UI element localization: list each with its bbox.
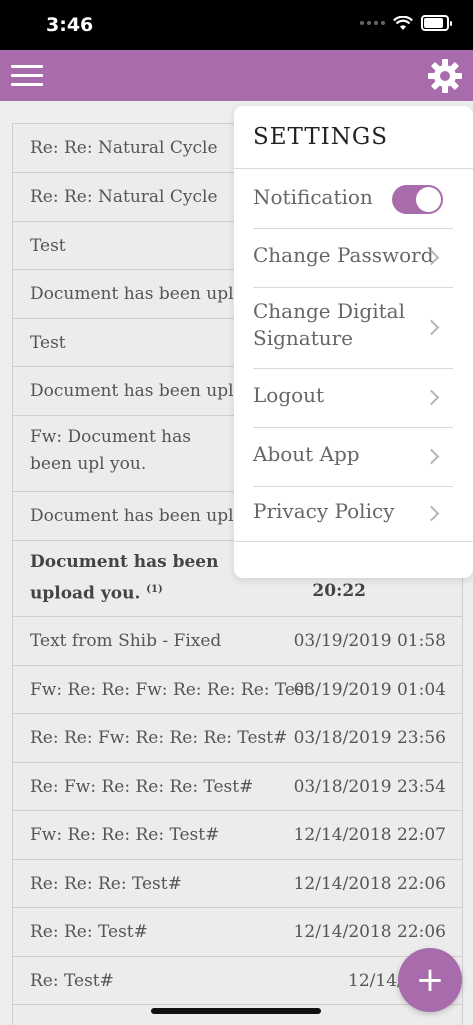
message-date: 03/18/2019 23:54	[293, 777, 446, 797]
message-date: 12/14/2018 22:06	[293, 922, 446, 942]
hamburger-icon[interactable]	[11, 65, 43, 87]
app-bar	[0, 50, 473, 101]
message-subject: Document has been upload you.	[30, 552, 219, 604]
list-item[interactable]: Re: Re: Test# 12/14/2018 22:06	[13, 908, 462, 957]
status-bar: 3:46	[0, 0, 473, 50]
settings-item-label: Logout	[253, 383, 325, 407]
settings-item-change-signature[interactable]: Change Digital Signature	[253, 288, 453, 369]
message-subject: Re: Fw: Re: Re: Re: Test#	[30, 777, 254, 797]
settings-item-label: About App	[253, 442, 360, 466]
list-item[interactable]: Fw: Re: Re: Fw: Re: Re: Re: Test# 03/19/…	[13, 666, 462, 714]
message-subject: Re: Re: Re: Test#	[30, 874, 182, 894]
list-item[interactable]: Re: Fw: Re: Re: Re: Test# 03/18/2019 23:…	[13, 763, 462, 811]
settings-item-logout[interactable]: Logout	[253, 369, 453, 428]
settings-item-privacy[interactable]: Privacy Policy	[253, 487, 453, 541]
chevron-right-icon	[423, 389, 440, 406]
chevron-right-icon	[423, 319, 440, 336]
message-subject: Fw: Re: Re: Fw: Re: Re: Re: Test#	[30, 680, 312, 700]
unread-count-badge: (1)	[146, 584, 163, 595]
message-subject: Fw: Re: Re: Re: Test#	[30, 825, 220, 845]
compose-button[interactable]: +	[398, 948, 462, 1012]
message-date: 20:22	[312, 581, 366, 601]
chevron-right-icon	[423, 505, 440, 522]
plus-icon: +	[415, 960, 445, 1000]
gear-icon[interactable]	[427, 58, 463, 94]
settings-item-change-password[interactable]: Change Password	[253, 229, 453, 288]
message-subject: Text from Shib - Fixed	[30, 631, 222, 651]
list-item[interactable]: Re: Re: Fw: Re: Re: Re: Test# 03/18/2019…	[13, 714, 462, 763]
list-item[interactable]: Re: Re: Re: Test# 12/14/2018 22:06	[13, 860, 462, 908]
settings-title: SETTINGS	[253, 124, 388, 150]
chevron-right-icon	[423, 448, 440, 465]
message-date: 03/18/2019 23:56	[293, 728, 446, 748]
list-item[interactable]: Re: Test# 12/14/2018	[13, 957, 462, 1005]
toggle-knob	[416, 187, 441, 212]
settings-item-notification: Notification	[253, 169, 453, 229]
status-icons	[360, 15, 452, 31]
settings-item-label: Change Password	[253, 243, 434, 267]
message-subject: Fw: Document has been upl you.	[30, 427, 191, 474]
list-item[interactable]: Fw: Re: Re: Re: Test# 12/14/2018 22:07	[13, 811, 462, 860]
message-date: 03/19/2019 01:04	[293, 680, 446, 700]
notification-toggle[interactable]	[392, 185, 443, 214]
battery-icon	[421, 15, 452, 31]
settings-item-label: Privacy Policy	[253, 499, 395, 523]
divider	[234, 541, 473, 542]
notification-label: Notification	[253, 185, 373, 209]
home-indicator	[151, 1008, 321, 1014]
settings-menu: SETTINGS Notification Change Password Ch…	[234, 106, 473, 578]
message-subject: Re: Re: Fw: Re: Re: Re: Test#	[30, 728, 288, 748]
message-subject: Re: Test#	[30, 971, 114, 991]
message-date: 03/19/2019 01:58	[293, 631, 446, 651]
message-subject: Re: Re: Test#	[30, 922, 148, 942]
signal-icon	[360, 21, 385, 25]
list-item[interactable]: Text from Shib - Fixed 03/19/2019 01:58	[13, 617, 462, 666]
message-date: 12/14/2018 22:06	[293, 874, 446, 894]
settings-item-about[interactable]: About App	[253, 428, 453, 487]
wifi-icon	[393, 15, 413, 30]
status-time: 3:46	[46, 14, 94, 36]
settings-item-label: Change Digital Signature	[253, 299, 405, 350]
message-date: 12/14/2018 22:07	[293, 825, 446, 845]
